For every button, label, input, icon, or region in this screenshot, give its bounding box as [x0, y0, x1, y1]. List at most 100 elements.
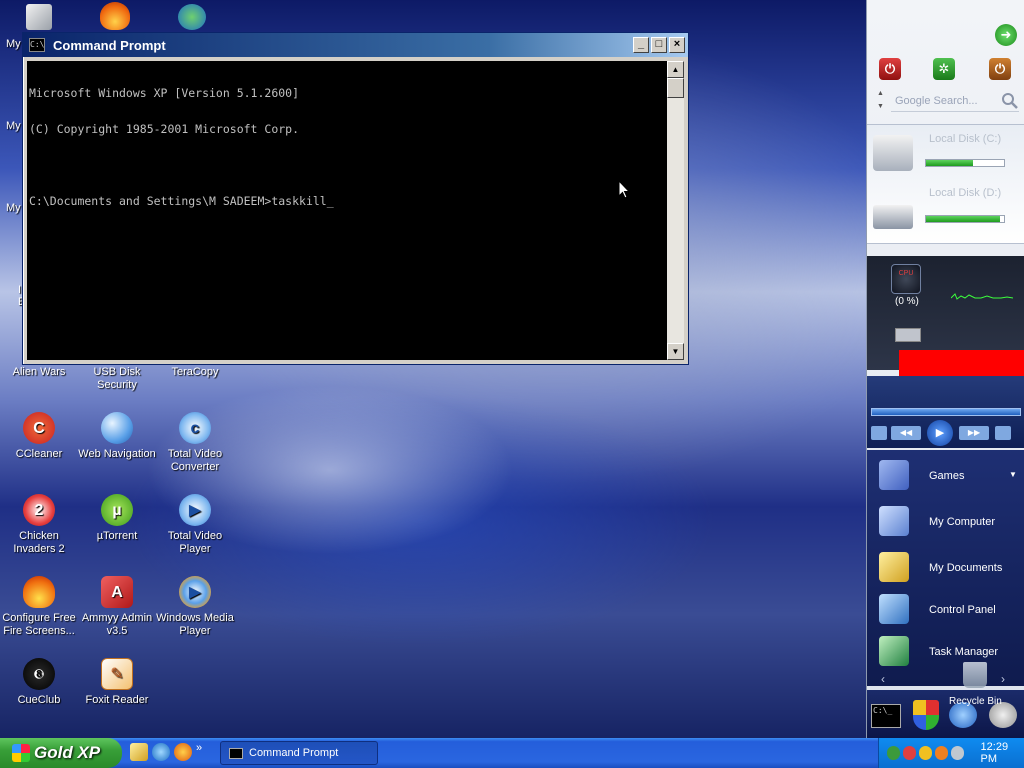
minimize-button[interactable]: _ — [633, 37, 649, 53]
desktop-icon-label: Configure Free Fire Screens... — [2, 612, 76, 637]
start-button-label: Gold XP — [34, 743, 101, 762]
desktop-icon-chicken-invaders-2[interactable]: 2 Chicken Invaders 2 — [0, 494, 81, 556]
desktop-icon-top-2[interactable] — [100, 2, 130, 30]
scroll-up-arrow-icon[interactable]: ▲ — [667, 61, 684, 78]
media-stop-icon[interactable] — [871, 426, 887, 440]
cmd-prompt-line[interactable]: C:\Documents and Settings\M SADEEM>taskk… — [29, 195, 664, 207]
media-prev-icon[interactable]: ◀◀ — [891, 426, 921, 440]
desktop-icon-label: µTorrent — [96, 530, 138, 542]
search-scroll-down-icon[interactable]: ▼ — [877, 103, 884, 110]
desktop-icon-cueclub[interactable]: 8 CueClub — [0, 658, 81, 707]
tray-network-icon[interactable] — [887, 746, 900, 760]
ammyy-icon: A — [101, 576, 133, 608]
cpu-gauge-label: CPU — [898, 270, 914, 277]
magnifier-icon[interactable] — [1001, 92, 1019, 110]
desktop-icon-label: Ammyy Admin v3.5 — [81, 612, 153, 637]
google-search-input[interactable]: Google Search... — [891, 90, 1019, 112]
disk-c-label: Local Disk (C:) — [929, 133, 1002, 145]
windows-flag-icon — [12, 744, 30, 762]
sidebar-item-games[interactable]: Games ▼ — [867, 456, 1024, 496]
cmd-app-icon[interactable]: C:\ — [29, 38, 45, 52]
maximize-button[interactable]: □ — [651, 37, 667, 53]
recycle-bin-icon[interactable] — [963, 662, 987, 688]
ie-quicklaunch-icon[interactable] — [152, 743, 170, 761]
command-prompt-window[interactable]: C:\ Command Prompt _ □ × Microsoft Windo… — [22, 32, 689, 365]
media-play-icon[interactable]: ▶ — [927, 420, 953, 446]
cpu-gauge-icon: CPU — [891, 264, 921, 294]
shield-icon[interactable] — [913, 700, 939, 730]
desktop-icon-label: Web Navigation — [78, 448, 156, 460]
desktop-icon-teracopy[interactable]: TeraCopy — [153, 366, 237, 379]
sidebar-item-control-panel[interactable]: Control Panel — [867, 590, 1024, 630]
desktop-icon-total-video-player[interactable]: ▶ Total Video Player — [153, 494, 237, 556]
cmd-line: Microsoft Windows XP [Version 5.1.2600] — [29, 86, 300, 100]
taskbar-item-command-prompt[interactable]: Command Prompt — [220, 741, 378, 765]
cmd-scrollbar[interactable]: ▲ ▼ — [667, 61, 684, 360]
quick-launch: » — [130, 743, 202, 763]
cmd-console[interactable]: Microsoft Windows XP [Version 5.1.2600] … — [27, 61, 684, 360]
disk-c-usage-fill — [926, 160, 973, 166]
red-overlay-block — [899, 350, 1024, 376]
cpu-graph — [951, 293, 1013, 300]
cmd-shortcut-icon[interactable]: C:\_ — [871, 704, 901, 728]
close-button[interactable]: × — [669, 37, 685, 53]
task-manager-icon — [879, 636, 909, 666]
tray-security-icon[interactable] — [902, 746, 916, 760]
hard-drive-icon — [873, 205, 913, 229]
sidebar-menu: Games ▼ My Computer My Documents Control… — [867, 450, 1024, 686]
desktop-icon-windows-media-player[interactable]: ▶ Windows Media Player — [153, 576, 237, 638]
quick-launch-more-icon[interactable]: » — [196, 743, 202, 763]
expand-arrow-icon[interactable]: ▼ — [1009, 470, 1017, 479]
scroll-right-arrow-icon[interactable]: › — [1001, 672, 1005, 686]
sidebar-item-label: My Documents — [929, 562, 1003, 574]
disk-c-usage-bar — [925, 159, 1005, 167]
desktop-icon-total-video-converter[interactable]: c Total Video Converter — [153, 412, 237, 474]
eight-ball-icon: 8 — [23, 658, 55, 690]
sidebar-item-task-manager[interactable]: Task Manager — [867, 632, 1024, 672]
sidebar-panel: ➜ ⏻ ✲ ⏻ ▲ ▼ Google Search... Local Disk … — [866, 0, 1024, 738]
scroll-down-arrow-icon[interactable]: ▼ — [667, 343, 684, 360]
power-off-icon[interactable]: ⏻ — [879, 58, 901, 80]
taskbar-clock[interactable]: 12:29 PM — [981, 741, 1024, 765]
disk-d-usage-bar — [925, 215, 1005, 223]
media-eject-icon[interactable] — [995, 426, 1011, 440]
forward-arrow-icon[interactable]: ➜ — [995, 24, 1017, 46]
firefox-quicklaunch-icon[interactable] — [174, 743, 192, 761]
cmd-line — [29, 159, 664, 171]
disk-gadget: Local Disk (C:) Local Disk (D:) — [867, 124, 1024, 244]
desktop-icon-label: CCleaner — [15, 448, 63, 460]
restart-icon[interactable]: ✲ — [933, 58, 955, 80]
ram-chip-icon — [895, 328, 921, 342]
desktop-icon-ccleaner[interactable]: C CCleaner — [0, 412, 81, 461]
desktop-icon-alien-wars[interactable]: Alien Wars — [0, 366, 81, 379]
desktop-icon-usb-disk-security[interactable]: USB Disk Security — [75, 366, 159, 392]
sidebar-item-my-documents[interactable]: My Documents — [867, 548, 1024, 588]
desktop-icon-top-3[interactable] — [178, 4, 206, 30]
folder-icon — [879, 552, 909, 582]
desktop-icon-web-navigation[interactable]: Web Navigation — [75, 412, 159, 461]
desktop-icon-ammyy-admin[interactable]: A Ammyy Admin v3.5 — [75, 576, 159, 638]
desktop-icon-utorrent[interactable]: µ µTorrent — [75, 494, 159, 543]
tray-misc-icon[interactable] — [950, 746, 964, 760]
media-progress-bar[interactable] — [871, 408, 1021, 416]
standby-icon[interactable]: ⏻ — [989, 58, 1011, 80]
folder-quicklaunch-icon[interactable] — [130, 743, 148, 761]
desktop-icon-label: TeraCopy — [171, 366, 219, 378]
desktop-icon-configure-free-fire[interactable]: Configure Free Fire Screens... — [0, 576, 81, 638]
fire-icon — [23, 576, 55, 608]
tray-alert-icon[interactable] — [934, 746, 948, 760]
cmd-titlebar[interactable]: C:\ Command Prompt _ □ × — [23, 33, 688, 57]
desktop-edge-label: My — [6, 38, 21, 50]
foxit-icon: ✎ — [101, 658, 133, 690]
cmd-output[interactable]: Microsoft Windows XP [Version 5.1.2600] … — [29, 63, 664, 231]
scroll-left-arrow-icon[interactable]: ‹ — [881, 672, 885, 686]
sidebar-item-label: My Computer — [929, 516, 996, 528]
scroll-thumb[interactable] — [667, 78, 684, 98]
search-scroll-up-icon[interactable]: ▲ — [877, 90, 884, 97]
tray-update-icon[interactable] — [918, 746, 932, 760]
start-button[interactable]: Gold XP — [0, 738, 122, 768]
sidebar-item-my-computer[interactable]: My Computer — [867, 502, 1024, 542]
desktop-icon-top-1[interactable] — [26, 4, 52, 30]
media-next-icon[interactable]: ▶▶ — [959, 426, 989, 440]
desktop-icon-foxit-reader[interactable]: ✎ Foxit Reader — [75, 658, 159, 707]
